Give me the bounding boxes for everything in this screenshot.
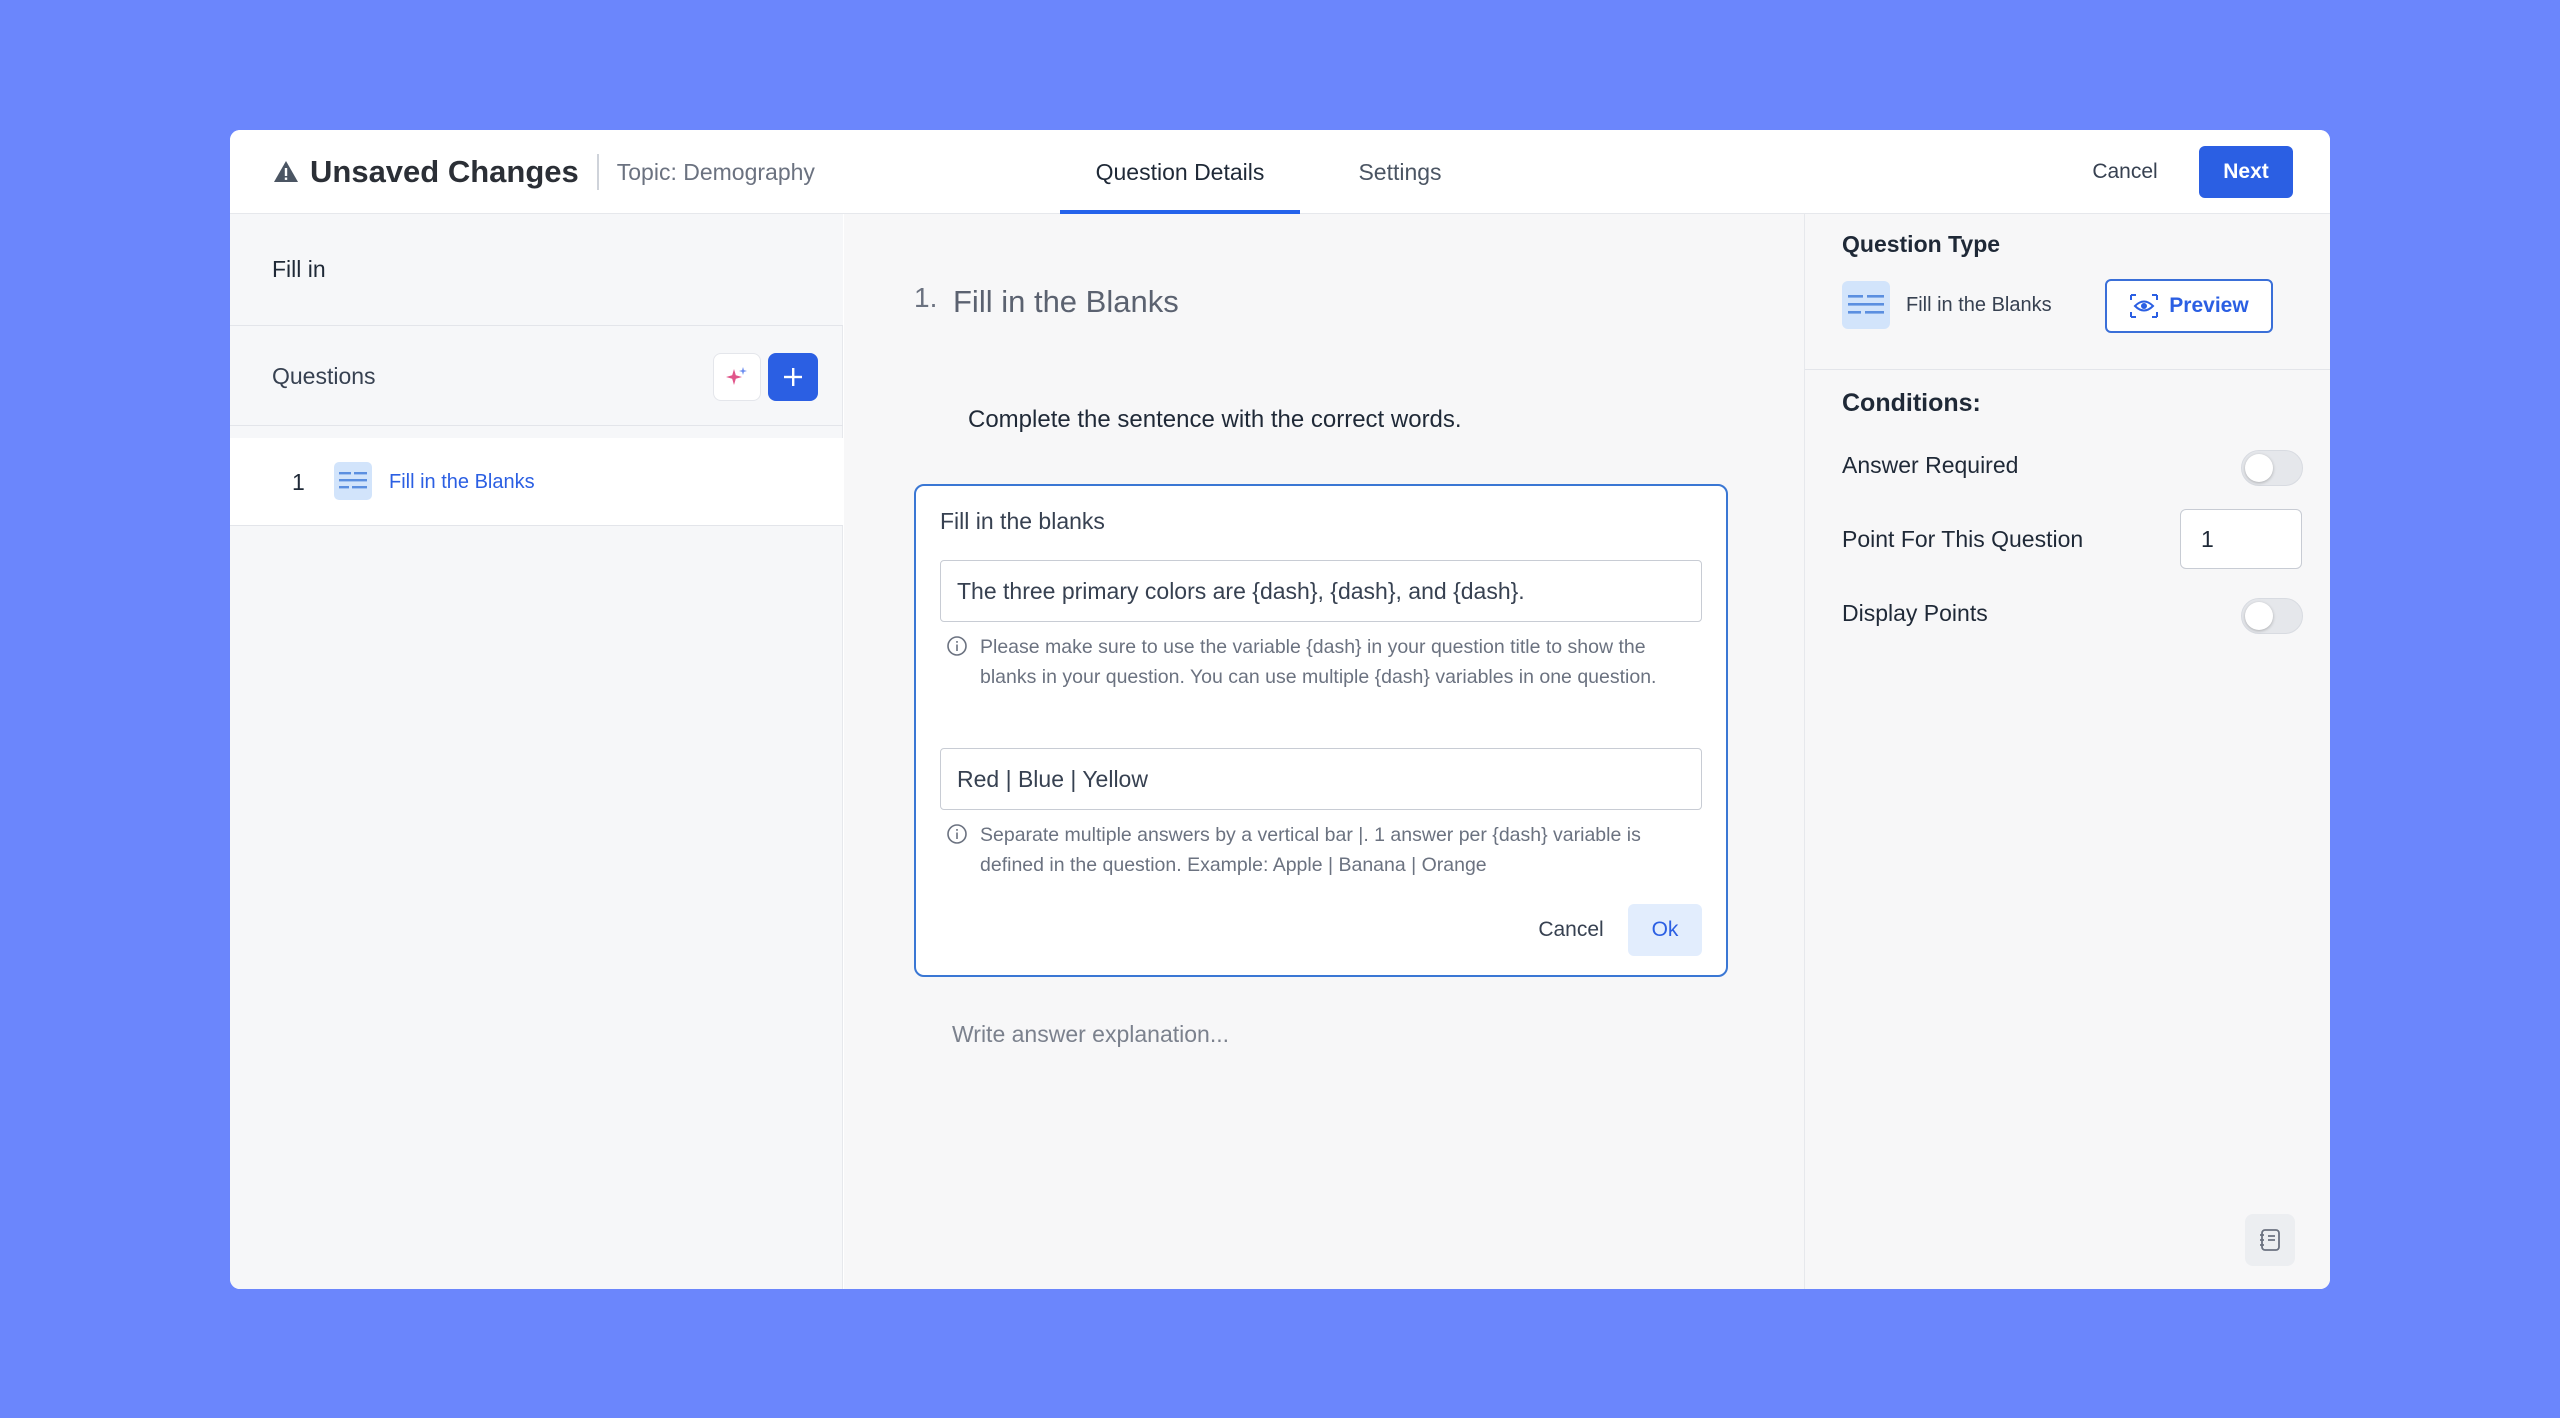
notes-button[interactable] <box>2245 1214 2295 1266</box>
question-title[interactable]: Fill in the Blanks <box>953 284 1179 320</box>
warning-icon <box>272 158 300 186</box>
answer-required-toggle[interactable] <box>2241 450 2303 486</box>
tab-settings[interactable]: Settings <box>1300 130 1500 214</box>
question-type-value: Fill in the Blanks <box>1906 293 2052 316</box>
page-title: Unsaved Changes <box>310 154 579 189</box>
quiz-title[interactable]: Fill in <box>230 214 843 326</box>
sentence-input[interactable]: The three primary colors are {dash}, {da… <box>940 560 1702 622</box>
fill-in-blanks-icon <box>334 462 372 500</box>
sentence-hint: Please make sure to use the variable {da… <box>946 632 1706 692</box>
info-icon <box>947 824 967 844</box>
display-points-toggle[interactable] <box>2241 598 2303 634</box>
tab-bar: Question Details Settings <box>1060 130 1500 214</box>
fill-in-blanks-icon <box>1842 281 1890 329</box>
card-cancel-button[interactable]: Cancel <box>1526 904 1616 956</box>
points-input[interactable]: 1 <box>2180 509 2302 569</box>
display-points-label: Display Points <box>1842 600 1988 626</box>
preview-button[interactable]: Preview <box>2105 279 2273 333</box>
preview-label: Preview <box>2169 294 2249 317</box>
question-label: Fill in the Blanks <box>389 470 535 493</box>
conditions-heading: Conditions: <box>1842 389 1981 417</box>
question-list-item[interactable]: 1 Fill in the Blanks <box>230 438 843 526</box>
next-button[interactable]: Next <box>2199 146 2293 198</box>
card-title: Fill in the blanks <box>940 508 1105 534</box>
answer-required-label: Answer Required <box>1842 452 2019 478</box>
notebook-icon <box>2260 1229 2280 1251</box>
plus-icon <box>784 368 802 386</box>
top-bar: Unsaved Changes Topic: Demography Questi… <box>230 130 2330 214</box>
ai-generate-button[interactable] <box>713 353 761 401</box>
settings-panel: Question Type Fill in the Blanks Preview… <box>1804 214 2330 1289</box>
sentence-hint-text: Please make sure to use the variable {da… <box>980 636 1657 688</box>
title-area: Unsaved Changes Topic: Demography <box>272 130 815 214</box>
panel-divider <box>1805 369 2330 370</box>
eye-icon <box>2130 294 2159 318</box>
answers-hint: Separate multiple answers by a vertical … <box>946 820 1706 880</box>
question-number-heading: 1. <box>914 282 938 313</box>
points-label: Point For This Question <box>1842 526 2084 552</box>
info-icon <box>947 636 967 656</box>
answers-hint-text: Separate multiple answers by a vertical … <box>980 824 1641 876</box>
question-type-label: Question Type <box>1842 231 2001 257</box>
questions-header: Questions <box>230 326 843 426</box>
add-question-button[interactable] <box>768 353 818 401</box>
questions-label: Questions <box>272 362 376 389</box>
question-number: 1 <box>292 468 305 495</box>
editor-window: Unsaved Changes Topic: Demography Questi… <box>230 130 2330 1289</box>
answer-explanation-input[interactable]: Write answer explanation... <box>952 1021 1229 1048</box>
answers-input[interactable]: Red | Blue | Yellow <box>940 748 1702 810</box>
questions-sidebar: Fill in Questions 1 Fill in the Blanks <box>230 214 843 1289</box>
question-editor: 1. Fill in the Blanks Complete the sente… <box>844 214 1804 1289</box>
topic-label: Topic: Demography <box>616 158 815 185</box>
title-divider <box>596 154 599 190</box>
cancel-button[interactable]: Cancel <box>2075 147 2175 197</box>
fill-blanks-card: Fill in the blanks The three primary col… <box>914 484 1728 977</box>
question-prompt[interactable]: Complete the sentence with the correct w… <box>968 406 1462 434</box>
sparkle-icon <box>726 367 747 385</box>
card-ok-button[interactable]: Ok <box>1628 904 1702 956</box>
tab-question-details[interactable]: Question Details <box>1060 130 1300 214</box>
